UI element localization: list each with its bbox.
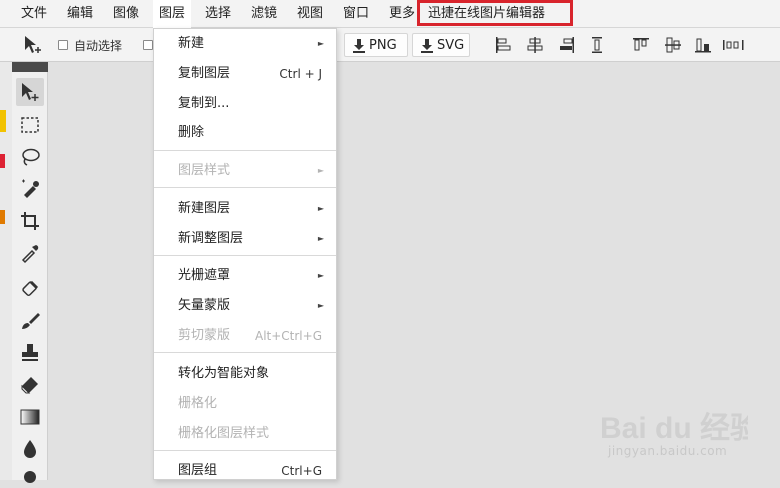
menu-item-rasterize: 栅格化 <box>154 390 336 418</box>
submenu-arrow-icon: ► <box>317 271 324 280</box>
menu-item-label: 新建图层 <box>178 201 231 216</box>
tool-palette <box>12 62 48 483</box>
menu-bar: 文件 编辑 图像 图层 选择 滤镜 视图 窗口 更多 迅捷在线图片编辑器 <box>0 0 780 28</box>
menu-item-label: 剪切蒙版 <box>178 328 231 343</box>
menu-item-label: 图层样式 <box>178 163 231 178</box>
watermark-brand: Bai du 经验 <box>600 411 748 445</box>
auto-select-checkbox[interactable] <box>58 40 68 50</box>
distribute-icon[interactable] <box>588 36 606 54</box>
align-vtop-icon[interactable] <box>632 36 650 54</box>
menu-item-label: 复制图层 <box>178 66 231 81</box>
menu-view[interactable]: 视图 <box>291 0 329 28</box>
menu-filter[interactable]: 滤镜 <box>245 0 283 28</box>
stamp-icon[interactable] <box>19 342 41 364</box>
menu-edit[interactable]: 编辑 <box>61 0 99 28</box>
quick-select-icon[interactable] <box>19 178 41 200</box>
menu-file[interactable]: 文件 <box>15 0 53 28</box>
download-icon <box>353 39 365 53</box>
menu-image[interactable]: 图像 <box>107 0 145 28</box>
move-tool-icon <box>22 83 39 101</box>
menu-item-duplicate-layer[interactable]: 复制图层 Ctrl + J <box>154 60 336 88</box>
menu-item-shortcut: Alt+Ctrl+G <box>254 329 322 343</box>
left-panel-edge <box>0 62 12 480</box>
align-right-icon[interactable] <box>558 36 576 54</box>
healing-brush-icon[interactable] <box>19 278 41 300</box>
align-top-icon[interactable] <box>494 36 512 54</box>
submenu-arrow-icon: ► <box>317 204 324 213</box>
align-bottom-icon[interactable] <box>694 36 712 54</box>
brush-icon[interactable] <box>19 310 41 332</box>
options-bar: 自动选择 PNG SVG <box>0 28 780 62</box>
gradient-icon[interactable] <box>19 406 41 428</box>
crop-icon[interactable] <box>19 210 41 232</box>
menu-item-new-layer[interactable]: 新建图层 ► <box>154 195 336 223</box>
submenu-arrow-icon: ► <box>317 234 324 243</box>
menu-item-label: 栅格化图层样式 <box>178 426 270 441</box>
panel-chip <box>0 154 5 168</box>
panel-chip <box>0 110 6 132</box>
menu-item-label: 新调整图层 <box>178 231 244 246</box>
menu-item-shortcut: Ctrl+G <box>281 464 322 478</box>
menu-item-label: 转化为智能对象 <box>178 366 270 381</box>
menu-separator <box>154 450 336 451</box>
submenu-arrow-icon: ► <box>317 39 324 48</box>
menu-item-label: 矢量蒙版 <box>178 298 231 313</box>
eyedropper-icon[interactable] <box>19 242 41 264</box>
align-center-icon[interactable] <box>526 36 544 54</box>
panel-chip <box>0 210 5 224</box>
menu-item-label: 新建 <box>178 36 205 51</box>
menu-item-layer-group[interactable]: 图层组 Ctrl+G <box>154 457 336 485</box>
submenu-arrow-icon: ► <box>317 301 324 310</box>
menu-item-vector-mask[interactable]: 矢量蒙版 ► <box>154 292 336 320</box>
menu-item-label: 删除 <box>178 125 205 140</box>
export-svg-button[interactable]: SVG <box>412 33 470 57</box>
menu-item-label: 复制到... <box>178 96 230 111</box>
menu-item-new[interactable]: 新建 ► <box>154 30 336 58</box>
export-png-button[interactable]: PNG <box>344 33 408 57</box>
highlight-annotation <box>417 0 573 26</box>
eraser-icon[interactable] <box>19 374 41 396</box>
menu-more[interactable]: 更多 <box>383 0 421 28</box>
move-tool[interactable] <box>16 78 44 106</box>
menu-item-layer-style: 图层样式 ► <box>154 157 336 185</box>
menu-item-clipping-mask: 剪切蒙版 Alt+Ctrl+G <box>154 322 336 350</box>
menu-layer[interactable]: 图层 <box>153 0 192 28</box>
submenu-arrow-icon: ► <box>317 166 324 175</box>
blur-icon[interactable] <box>19 438 41 460</box>
export-svg-label: SVG <box>437 38 465 53</box>
download-icon <box>421 39 433 53</box>
menu-item-rasterize-layer-style: 栅格化图层样式 <box>154 420 336 448</box>
menu-separator <box>154 187 336 188</box>
layer-menu-dropdown: 新建 ► 复制图层 Ctrl + J 复制到... 删除 图层样式 ► 新建图层… <box>153 28 337 480</box>
marquee-icon[interactable] <box>19 114 41 136</box>
menu-item-label: 光栅遮罩 <box>178 268 231 283</box>
dodge-icon[interactable] <box>19 466 41 488</box>
menu-item-shortcut: Ctrl + J <box>279 67 322 81</box>
menu-item-delete[interactable]: 删除 <box>154 119 336 147</box>
export-png-label: PNG <box>369 38 397 53</box>
menu-item-copy-to[interactable]: 复制到... <box>154 90 336 118</box>
distribute-horizontal-icon[interactable] <box>722 36 746 54</box>
menu-item-label: 图层组 <box>178 463 218 478</box>
menu-separator <box>154 352 336 353</box>
lasso-icon[interactable] <box>19 146 41 168</box>
transform-checkbox[interactable] <box>143 40 153 50</box>
align-vcenter-icon[interactable] <box>664 36 682 54</box>
menu-item-new-adjustment-layer[interactable]: 新调整图层 ► <box>154 225 336 253</box>
menu-item-convert-smart-object[interactable]: 转化为智能对象 <box>154 360 336 388</box>
menu-window[interactable]: 窗口 <box>337 0 375 28</box>
menu-separator <box>154 255 336 256</box>
menu-separator <box>154 150 336 151</box>
toolbar-header <box>12 62 48 72</box>
watermark-url: jingyan.baidu.com <box>608 444 728 458</box>
menu-item-raster-mask[interactable]: 光栅遮罩 ► <box>154 262 336 290</box>
auto-select-label: 自动选择 <box>74 39 123 53</box>
menu-item-label: 栅格化 <box>178 396 218 411</box>
move-tool-icon[interactable] <box>22 34 44 56</box>
menu-select[interactable]: 选择 <box>199 0 237 28</box>
